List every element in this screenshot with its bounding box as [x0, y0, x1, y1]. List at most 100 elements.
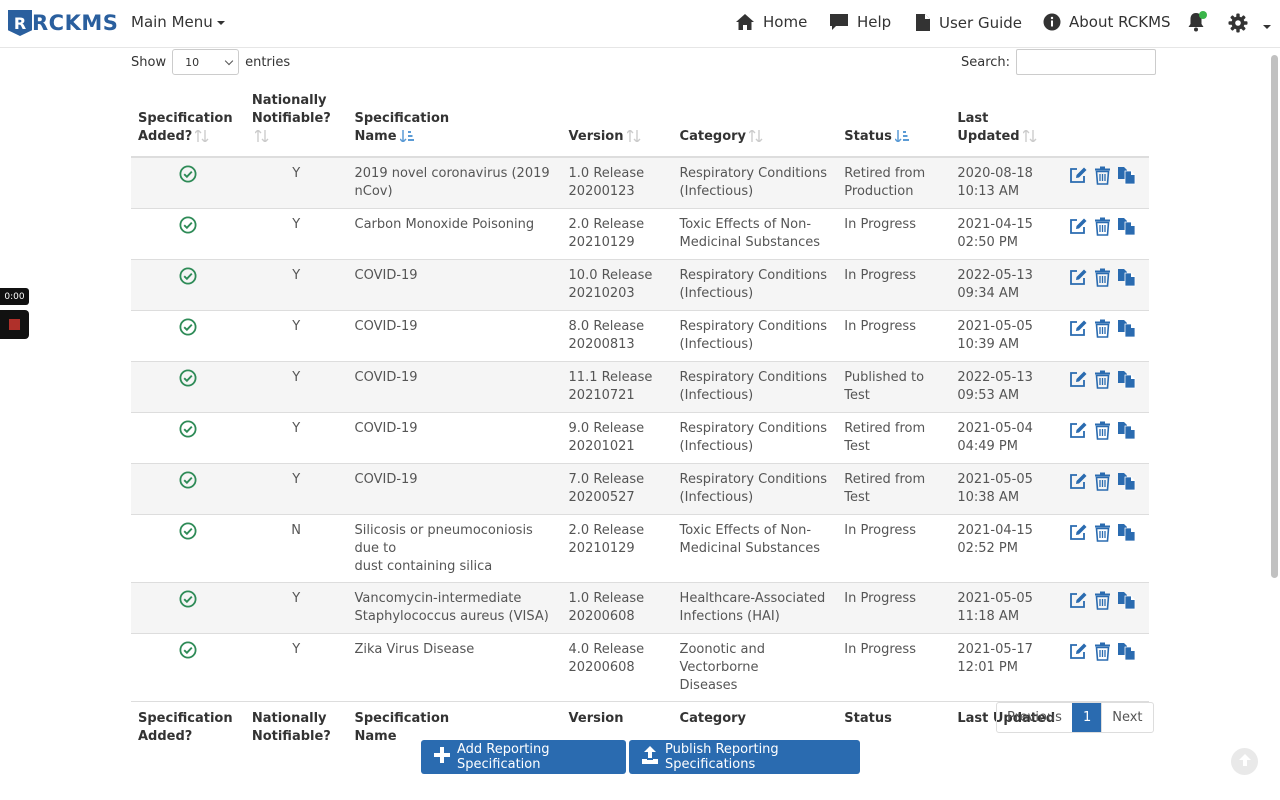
cell-line: nCov)	[354, 184, 393, 199]
page-scrollbar[interactable]	[1271, 55, 1278, 578]
nav-user-guide[interactable]: User Guide	[915, 13, 1022, 32]
col-header-category[interactable]: Category	[672, 84, 838, 158]
copy-icon[interactable]	[1117, 217, 1136, 242]
col-header-spec-added[interactable]: Specification Added?	[131, 84, 245, 158]
copy-icon[interactable]	[1117, 268, 1136, 293]
nav-about-label: About RCKMS	[1069, 13, 1171, 31]
previous-page-button[interactable]: Previous	[997, 703, 1072, 732]
cell-line: 2022-05-13	[957, 267, 1033, 283]
cell-line: (Infectious)	[679, 285, 754, 301]
edit-icon[interactable]	[1069, 421, 1088, 446]
cell-line: 20210203	[568, 285, 635, 301]
cell-notifiable: Y	[244, 462, 348, 514]
delete-icon[interactable]	[1094, 421, 1111, 446]
cell-line: In Progress	[844, 216, 916, 232]
delete-icon[interactable]	[1094, 591, 1111, 616]
cell-line: Test	[844, 489, 870, 505]
cell-line: dust containing silica	[354, 558, 493, 574]
edit-icon[interactable]	[1069, 268, 1088, 293]
cell-notifiable: Y	[244, 156, 348, 208]
recording-stop-button[interactable]	[0, 310, 29, 339]
copy-icon[interactable]	[1117, 642, 1136, 667]
col-header-version[interactable]: Version	[561, 84, 673, 158]
delete-icon[interactable]	[1094, 319, 1111, 344]
row-actions	[1069, 318, 1142, 344]
cell-line: 2021-04-15	[957, 522, 1033, 538]
cell-notifiable: Y	[244, 207, 348, 259]
page-1-button[interactable]: 1	[1071, 703, 1102, 732]
cell-spec-added	[131, 411, 245, 463]
delete-icon[interactable]	[1094, 217, 1111, 242]
copy-icon[interactable]	[1117, 421, 1136, 446]
top-navbar: R RCKMS Main Menu Home Help User Guide A…	[0, 0, 1280, 48]
settings-caret-icon[interactable]	[1263, 25, 1271, 29]
cell-spec-added	[131, 309, 245, 361]
edit-icon[interactable]	[1069, 370, 1088, 395]
next-page-button[interactable]: Next	[1101, 703, 1152, 732]
copy-icon[interactable]	[1117, 319, 1136, 344]
publish-reporting-specifications-button[interactable]: Publish Reporting Specifications	[629, 740, 860, 774]
table-row: Y COVID-19 9.0 Release 20201021 Respiratory …	[131, 411, 1149, 463]
copy-icon[interactable]	[1117, 370, 1136, 395]
copy-icon[interactable]	[1117, 472, 1136, 497]
plus-icon	[433, 746, 451, 768]
main-menu-dropdown[interactable]: Main Menu	[131, 13, 225, 31]
delete-icon[interactable]	[1094, 370, 1111, 395]
table-row: Y 2019 novel coronavirus (2019 nCov) 1.0 Re…	[131, 156, 1149, 208]
sort-icon	[1022, 129, 1037, 148]
scroll-to-top-button[interactable]	[1231, 748, 1258, 775]
col-header-status[interactable]: Status	[837, 84, 951, 158]
notification-dot	[1199, 11, 1207, 19]
cell-spec-added	[131, 156, 245, 208]
nav-about[interactable]: About RCKMS	[1043, 13, 1171, 31]
cell-line: Diseases	[679, 677, 738, 693]
cell-actions	[1062, 207, 1149, 259]
cell-actions	[1062, 156, 1149, 208]
nav-help[interactable]: Help	[829, 13, 891, 31]
edit-icon[interactable]	[1069, 217, 1088, 242]
edit-icon[interactable]	[1069, 642, 1088, 667]
col-header-last-updated[interactable]: Last Updated	[950, 84, 1063, 158]
cell-spec-name: Silicosis or pneumoconiosis due to dust c…	[347, 513, 562, 582]
search-input[interactable]	[1016, 49, 1157, 75]
cell-line: 2.0 Release	[568, 216, 645, 232]
cell-category: Respiratory Conditions (Infectious)	[672, 258, 838, 310]
check-circle-icon	[179, 420, 197, 442]
copy-icon[interactable]	[1117, 523, 1136, 548]
header-text: Category	[679, 129, 747, 144]
sort-asc-icon	[894, 130, 909, 148]
sort-icon	[254, 129, 269, 148]
edit-icon[interactable]	[1069, 319, 1088, 344]
nav-home-label: Home	[763, 13, 808, 31]
page-size-select[interactable]: 10	[172, 49, 240, 75]
delete-icon[interactable]	[1094, 268, 1111, 293]
delete-icon[interactable]	[1094, 523, 1111, 548]
copy-icon[interactable]	[1117, 166, 1136, 191]
cell-line: In Progress	[844, 522, 916, 538]
cell-last-updated: 2022-05-13 09:34 AM	[950, 258, 1063, 310]
delete-icon[interactable]	[1094, 166, 1111, 191]
edit-icon[interactable]	[1069, 523, 1088, 548]
cell-spec-added	[131, 258, 245, 310]
edit-icon[interactable]	[1069, 591, 1088, 616]
cell-line: (Infectious)	[679, 387, 754, 403]
main-menu-label: Main Menu	[131, 13, 213, 31]
cell-status: In Progress	[837, 513, 951, 582]
rckms-logo[interactable]: R RCKMS	[8, 9, 118, 37]
delete-icon[interactable]	[1094, 472, 1111, 497]
pagination: Previous 1 Next	[996, 702, 1154, 733]
delete-icon[interactable]	[1094, 642, 1111, 667]
edit-icon[interactable]	[1069, 472, 1088, 497]
cell-line: 2.0 Release	[568, 522, 645, 538]
copy-icon[interactable]	[1117, 591, 1136, 616]
col-header-notifiable[interactable]: Nationally Notifiable?	[244, 84, 348, 158]
cell-line: Carbon Monoxide Poisoning	[354, 216, 535, 232]
add-reporting-specification-button[interactable]: Add Reporting Specification	[421, 740, 626, 774]
nav-home[interactable]: Home	[735, 13, 807, 31]
edit-icon[interactable]	[1069, 166, 1088, 191]
gear-icon[interactable]	[1228, 13, 1248, 37]
cell-status: Published to Test	[837, 360, 951, 412]
col-header-spec-name[interactable]: Specification Name	[347, 84, 562, 158]
search-label: Search:	[961, 54, 1011, 70]
cell-line: 02:50 PM	[957, 234, 1018, 250]
